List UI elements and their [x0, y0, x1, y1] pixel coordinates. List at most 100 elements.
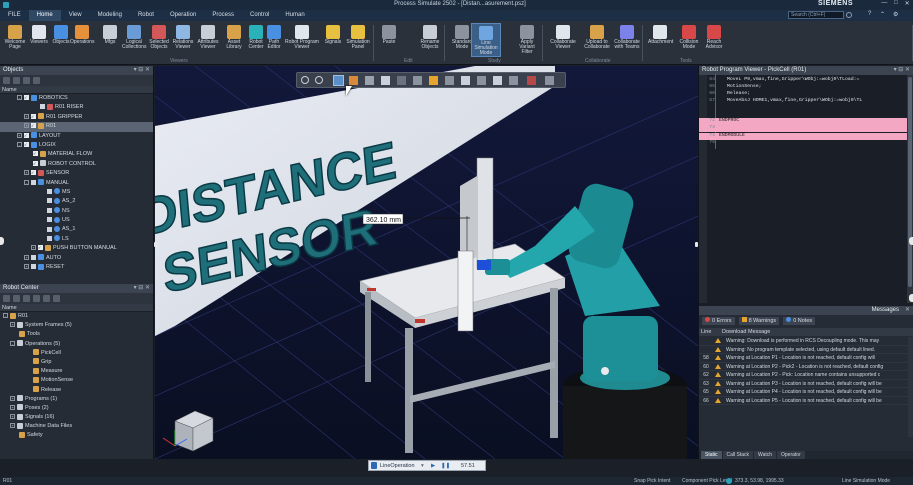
expand-icon[interactable]: +	[31, 245, 36, 251]
app-menu-icon[interactable]	[3, 2, 9, 8]
menu-file[interactable]: FILE	[0, 10, 29, 21]
pick-level-icon[interactable]	[429, 76, 438, 85]
message-row[interactable]: 62 Warning at Location P2 - Pick: Locatio…	[699, 371, 908, 380]
tree-row[interactable]: LS	[0, 235, 153, 244]
messages-scrollbar[interactable]	[908, 337, 913, 437]
tree-row[interactable]: US	[0, 216, 153, 225]
viewers-button[interactable]: Viewers	[27, 23, 51, 57]
visibility-checkbox[interactable]	[31, 254, 36, 260]
tree-row[interactable]: Grip	[0, 358, 153, 367]
tree-row[interactable]: Measure	[0, 367, 153, 376]
collaborate-viewer-button[interactable]: Collaborate Viewer	[548, 23, 578, 57]
logical-collections-button[interactable]: Logical Collections	[122, 23, 146, 57]
selection-icon[interactable]	[445, 76, 454, 85]
collapse-icon[interactable]: -	[24, 179, 29, 185]
tree-row[interactable]: Tools	[0, 330, 153, 339]
filter-icon[interactable]	[3, 77, 10, 84]
cube-view-icon[interactable]	[365, 76, 374, 85]
tree-row[interactable]: MS	[0, 188, 153, 197]
tree-row[interactable]: - ✓ LOGIX	[0, 141, 153, 150]
tab-static[interactable]: Static	[701, 451, 722, 459]
right-dock-handle-icon[interactable]	[909, 237, 913, 245]
ribbon-collapse-icon[interactable]: ⌃	[880, 11, 885, 18]
graphic-viewer[interactable]: DISTANCE SENSOR 362.10 mm	[155, 66, 698, 459]
message-row[interactable]: Warning: No program template selected, u…	[699, 346, 908, 354]
robot-program-button[interactable]: Robot Program Viewer	[284, 23, 320, 57]
tab-operator[interactable]: Operator	[777, 451, 805, 459]
menu-view[interactable]: View	[61, 10, 90, 21]
visibility-checkbox[interactable]: ✓	[24, 95, 29, 101]
collapse-icon[interactable]: -	[17, 142, 22, 147]
tree-row[interactable]: PickCell	[0, 349, 153, 358]
tree-row[interactable]: - R01	[0, 312, 153, 321]
message-row[interactable]: 58 Warning at Location P1 - Location is n…	[699, 354, 908, 363]
tree-row[interactable]: + RESET	[0, 263, 153, 272]
add-icon[interactable]	[3, 295, 10, 302]
tree-row[interactable]: + Machine Data Files	[0, 422, 153, 431]
help-icon[interactable]: ?	[868, 11, 871, 17]
visibility-checkbox[interactable]: ✓	[31, 170, 36, 176]
edit-icon[interactable]	[13, 295, 20, 302]
panel-controls-icon[interactable]: ▾ ⊟ ✕	[134, 66, 150, 75]
search-input[interactable]: Search (Ctrl+F)	[788, 11, 844, 19]
visibility-checkbox[interactable]: ✓	[31, 113, 36, 119]
scene-3d[interactable]: DISTANCE SENSOR 362.10 mm	[155, 66, 698, 459]
tree-row[interactable]: + AUTO	[0, 254, 153, 263]
settings-icon[interactable]: ⚙	[893, 11, 898, 18]
code-line[interactable]: 66 Release;	[699, 91, 907, 98]
attributes-button[interactable]: Attributes Viewer	[196, 23, 220, 57]
errors-tab[interactable]: 0 Errors	[702, 317, 735, 325]
teams-button[interactable]: Collaborate with Teams	[612, 23, 642, 57]
tree-row[interactable]: AS_2	[0, 197, 153, 206]
expand-icon[interactable]: +	[10, 404, 15, 410]
status-snap-pick-intent[interactable]: Snap Pick Intent	[634, 477, 670, 485]
simulation-panel-button[interactable]: Simulation Panel	[346, 23, 370, 57]
menu-human[interactable]: Human	[277, 10, 312, 21]
menu-home[interactable]: Home	[28, 10, 61, 21]
collapse-icon[interactable]: -	[3, 313, 8, 319]
right-dock-handle-icon[interactable]	[909, 294, 913, 302]
tree-row[interactable]: - Operations (5)	[0, 340, 153, 349]
tree-row[interactable]: ✓ ROBOT CONTROL	[0, 160, 153, 169]
tree-row[interactable]: ✓ MATERIAL FLOW	[0, 150, 153, 159]
code-line[interactable]: 65 MotionSense;	[699, 84, 907, 91]
message-row[interactable]: 65 Warning at Location P4 - Location is n…	[699, 388, 908, 397]
section-icon[interactable]	[381, 76, 390, 85]
tree-row[interactable]: + Poses (2)	[0, 404, 153, 413]
viewer-scroll-left-icon[interactable]	[154, 242, 157, 247]
placement-icon[interactable]	[461, 76, 470, 85]
visibility-checkbox[interactable]	[31, 179, 36, 185]
code-line[interactable]: 72 ENDPROC	[699, 118, 907, 125]
play-icon[interactable]: ▶	[431, 461, 435, 471]
tree-row[interactable]: + Signals (16)	[0, 413, 153, 422]
relations-button[interactable]: Relations Viewer	[171, 23, 195, 57]
tab-call-stack[interactable]: Call Stack	[722, 451, 754, 459]
message-row[interactable]: 60 Warning at Location P2 - Pick2 - Locat…	[699, 363, 908, 371]
visibility-checkbox[interactable]: ✓	[31, 123, 36, 129]
tree-row[interactable]: - ✓ ROBOTICS	[0, 94, 153, 103]
panel-controls-icon[interactable]: ▾ ⊟ ✕	[134, 284, 150, 293]
expand-icon[interactable]: +	[24, 113, 29, 119]
code-line[interactable]: 74 ENDMODULE	[699, 133, 907, 140]
notes-tab[interactable]: 0 Notes	[783, 317, 816, 325]
visibility-checkbox[interactable]: ✓	[33, 151, 38, 157]
visibility-checkbox[interactable]	[31, 264, 36, 270]
color-icon[interactable]	[527, 76, 536, 85]
visibility-checkbox[interactable]	[47, 207, 52, 213]
tree-row[interactable]: + ✓ R01	[0, 122, 153, 132]
reach-advisor-button[interactable]: Reach Advisor	[702, 23, 726, 57]
mfgs-button[interactable]: Mfgs	[98, 23, 122, 57]
more-tools-icon[interactable]	[545, 76, 554, 85]
message-row[interactable]: 66 Warning at Location P5 - Location is n…	[699, 397, 908, 405]
tree-options-icon[interactable]	[33, 77, 40, 84]
signals-button[interactable]: Signals	[321, 23, 345, 57]
warnings-tab[interactable]: 8 Warnings	[738, 317, 780, 325]
expand-icon[interactable]: +	[24, 170, 29, 176]
tree-row[interactable]: + ✓ SENSOR	[0, 169, 153, 178]
operations-button[interactable]: Operations	[70, 23, 94, 57]
refresh-icon[interactable]	[33, 295, 40, 302]
tree-row[interactable]: Release	[0, 386, 153, 395]
code-line[interactable]: 64 MoveL P9,vmax,fine,Gripper\WObj:=wobj0…	[699, 77, 907, 84]
paste-button[interactable]: Paste	[377, 23, 401, 57]
visibility-checkbox[interactable]	[47, 217, 52, 223]
